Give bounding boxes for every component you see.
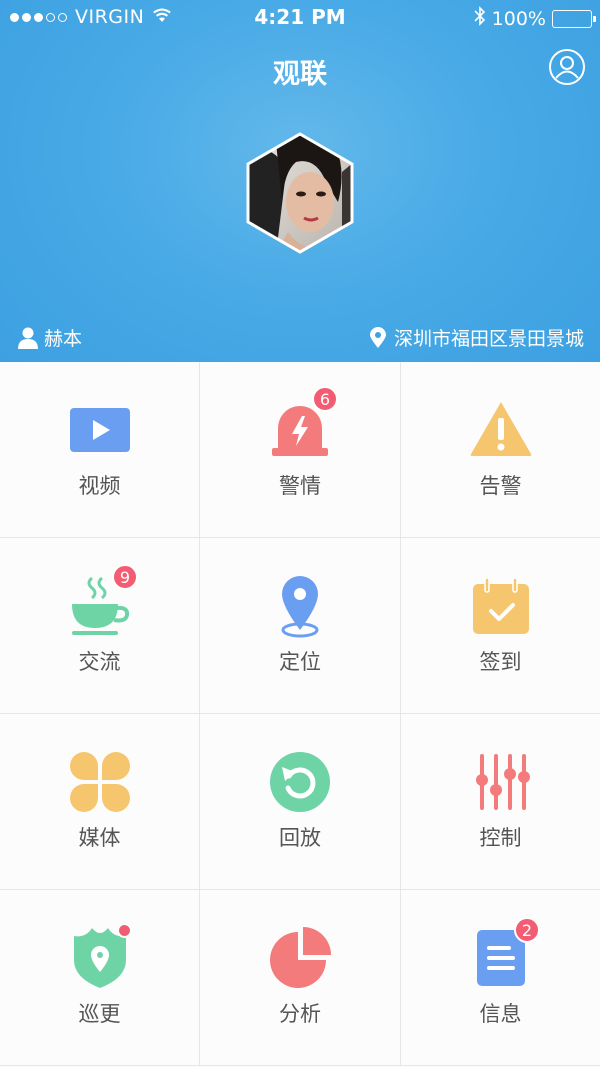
menu-item-chat[interactable]: 9 交流	[0, 538, 200, 714]
menu-label: 交流	[78, 650, 121, 674]
pie-chart-icon	[270, 927, 331, 988]
status-right: 100%	[474, 6, 596, 31]
menu-label: 巡更	[78, 1002, 121, 1026]
notification-badge: 6	[312, 386, 338, 412]
video-play-icon	[69, 408, 130, 452]
bluetooth-icon	[474, 6, 486, 31]
battery-icon	[552, 9, 596, 28]
menu-item-alert[interactable]: 6 警情	[200, 362, 401, 538]
menu-item-video[interactable]: 视频	[0, 362, 200, 538]
location-info: 深圳市福田区景田景城	[369, 324, 584, 351]
menu-label: 回放	[279, 826, 321, 850]
menu-item-control[interactable]: 控制	[401, 714, 600, 890]
menu-item-patrol[interactable]: 巡更	[0, 890, 200, 1066]
profile-button[interactable]	[548, 48, 586, 86]
location-pin-icon	[281, 576, 319, 638]
menu-label: 视频	[78, 474, 121, 498]
warning-triangle-icon	[470, 402, 531, 456]
user-profile-icon	[549, 49, 585, 85]
app-title: 观联	[273, 59, 327, 90]
header: VIRGIN 4:21 PM 100% 观联 赫本 深圳市福田区景田景城	[0, 0, 600, 362]
menu-item-warning[interactable]: 告警	[401, 362, 600, 538]
map-pin-icon	[369, 326, 386, 348]
menu-grid: 视频 6 警情 告警 9 交流 定位 签到 媒体 回放 控制 巡更 分析 2 信…	[0, 362, 600, 1066]
notification-dot	[117, 923, 132, 938]
notification-badge: 9	[112, 564, 138, 590]
status-bar: VIRGIN 4:21 PM 100%	[0, 0, 600, 36]
menu-label: 签到	[479, 650, 522, 674]
location-text: 深圳市福田区景田景城	[393, 328, 584, 350]
sliders-icon	[475, 754, 530, 810]
menu-item-locate[interactable]: 定位	[200, 538, 401, 714]
menu-label: 控制	[479, 826, 522, 850]
person-icon	[18, 327, 38, 349]
menu-label: 信息	[479, 1002, 522, 1026]
battery-percent: 100%	[491, 7, 546, 30]
calendar-check-icon	[472, 577, 529, 634]
menu-item-media[interactable]: 媒体	[0, 714, 200, 890]
user-info: 赫本	[18, 324, 82, 351]
avatar[interactable]	[246, 132, 354, 254]
notification-badge: 2	[514, 917, 540, 943]
menu-item-replay[interactable]: 回放	[200, 714, 401, 890]
clover-grid-icon	[69, 752, 130, 812]
menu-label: 警情	[279, 474, 321, 498]
menu-item-info[interactable]: 2 信息	[401, 890, 600, 1066]
menu-label: 定位	[279, 650, 321, 674]
replay-icon	[270, 752, 330, 812]
menu-item-checkin[interactable]: 签到	[401, 538, 600, 714]
menu-label: 媒体	[78, 826, 121, 850]
menu-label: 告警	[479, 474, 522, 498]
menu-label: 分析	[279, 1002, 321, 1026]
menu-item-analysis[interactable]: 分析	[200, 890, 401, 1066]
user-name: 赫本	[44, 328, 83, 350]
